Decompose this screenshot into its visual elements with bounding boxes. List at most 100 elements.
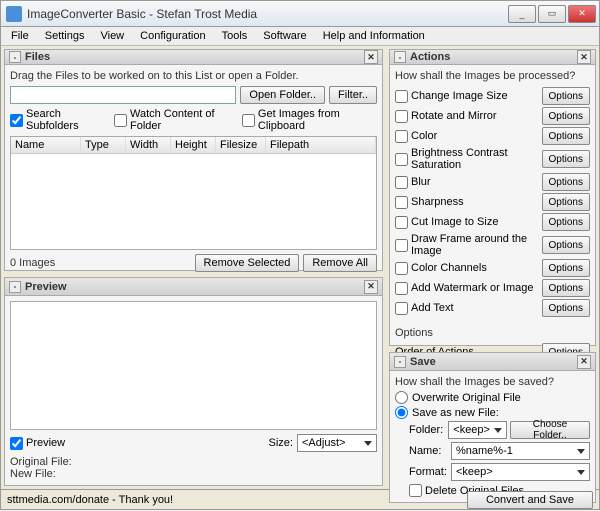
choose-folder-button[interactable]: Choose Folder.. — [510, 421, 590, 439]
files-header: - Files ✕ — [5, 50, 382, 65]
menu-view[interactable]: View — [94, 28, 130, 44]
actions-close-icon[interactable]: ✕ — [577, 50, 591, 64]
convert-and-save-button[interactable]: Convert and Save — [467, 491, 593, 509]
files-table-body[interactable] — [11, 154, 376, 249]
collapse-icon[interactable]: - — [394, 356, 406, 368]
save-as-new-radio[interactable]: Save as new File: — [395, 406, 580, 419]
menu-settings[interactable]: Settings — [39, 28, 91, 44]
save-format-select[interactable]: <keep> — [451, 463, 590, 481]
footer: sttmedia.com/donate - Thank you! Convert… — [0, 490, 600, 510]
action-checkbox[interactable]: Brightness Contrast Saturation — [395, 147, 538, 171]
close-button[interactable]: ✕ — [568, 5, 596, 23]
maximize-button[interactable]: ▭ — [538, 5, 566, 23]
preview-image-box — [10, 301, 377, 430]
action-options-button[interactable]: Options — [542, 236, 590, 254]
menubar: File Settings View Configuration Tools S… — [0, 26, 600, 46]
options-heading: Options — [395, 327, 590, 339]
action-checkbox[interactable]: Color Channels — [395, 262, 538, 275]
save-format-label: Format: — [409, 466, 451, 478]
menu-file[interactable]: File — [5, 28, 35, 44]
save-folder-select[interactable]: <keep> — [448, 421, 507, 439]
save-name-select[interactable]: %name%-1 — [451, 442, 590, 460]
save-header: - Save ✕ — [390, 353, 595, 371]
collapse-icon[interactable]: - — [9, 51, 21, 63]
action-options-button[interactable]: Options — [542, 299, 590, 317]
preview-close-icon[interactable]: ✕ — [364, 280, 378, 294]
action-checkbox[interactable]: Sharpness — [395, 196, 538, 209]
app-icon — [6, 6, 22, 22]
col-height[interactable]: Height — [171, 137, 216, 153]
action-options-button[interactable]: Options — [542, 279, 590, 297]
action-checkbox[interactable]: Add Watermark or Image — [395, 282, 538, 295]
action-options-button[interactable]: Options — [542, 173, 590, 191]
filter-button[interactable]: Filter.. — [329, 86, 377, 104]
get-clipboard-checkbox[interactable]: Get Images from Clipboard — [242, 108, 367, 132]
actions-body: How shall the Images be processed? Chang… — [390, 65, 595, 388]
files-table: Name Type Width Height Filesize Filepath — [10, 136, 377, 250]
save-name-label: Name: — [409, 445, 451, 457]
files-title: Files — [25, 51, 50, 63]
menu-tools[interactable]: Tools — [216, 28, 254, 44]
files-body: Drag the Files to be worked on to this L… — [5, 65, 382, 281]
col-name[interactable]: Name — [11, 137, 81, 153]
action-options-button[interactable]: Options — [542, 107, 590, 125]
chevron-down-icon — [577, 470, 585, 475]
overwrite-radio[interactable]: Overwrite Original File — [395, 391, 580, 404]
chevron-down-icon — [577, 449, 585, 454]
window-buttons: _ ▭ ✕ — [508, 5, 596, 23]
chevron-down-icon — [494, 428, 502, 433]
actions-header: - Actions ✕ — [390, 50, 595, 65]
collapse-icon[interactable]: - — [9, 281, 21, 293]
open-folder-button[interactable]: Open Folder.. — [240, 86, 325, 104]
preview-panel: - Preview ✕ Preview Size: <Adjust> Origi… — [4, 277, 383, 486]
preview-size-select[interactable]: <Adjust> — [297, 434, 377, 452]
action-checkbox[interactable]: Blur — [395, 176, 538, 189]
folder-path-input[interactable] — [10, 86, 236, 104]
preview-body: Preview Size: <Adjust> Original File: Ne… — [5, 296, 382, 485]
save-close-icon[interactable]: ✕ — [577, 355, 591, 369]
files-hint: Drag the Files to be worked on to this L… — [10, 70, 377, 82]
minimize-button[interactable]: _ — [508, 5, 536, 23]
action-checkbox[interactable]: Add Text — [395, 302, 538, 315]
actions-question: How shall the Images be processed? — [395, 70, 590, 82]
action-checkbox[interactable]: Color — [395, 130, 538, 143]
actions-title: Actions — [410, 51, 450, 63]
action-options-button[interactable]: Options — [542, 87, 590, 105]
action-checkbox[interactable]: Cut Image to Size — [395, 216, 538, 229]
menu-help[interactable]: Help and Information — [317, 28, 431, 44]
save-panel: - Save ✕ How shall the Images be saved? … — [389, 352, 596, 503]
files-table-header: Name Type Width Height Filesize Filepath — [11, 137, 376, 154]
titlebar: ImageConverter Basic - Stefan Trost Medi… — [0, 0, 600, 26]
action-options-button[interactable]: Options — [542, 127, 590, 145]
remove-selected-button[interactable]: Remove Selected — [195, 254, 300, 272]
chevron-down-icon — [364, 441, 372, 446]
action-options-button[interactable]: Options — [542, 150, 590, 168]
action-options-button[interactable]: Options — [542, 213, 590, 231]
save-folder-label: Folder: — [409, 424, 448, 436]
window-title: ImageConverter Basic - Stefan Trost Medi… — [27, 7, 508, 21]
action-checkbox[interactable]: Rotate and Mirror — [395, 110, 538, 123]
col-type[interactable]: Type — [81, 137, 126, 153]
col-filesize[interactable]: Filesize — [216, 137, 266, 153]
search-subfolders-checkbox[interactable]: Search Subfolders — [10, 108, 100, 132]
files-close-icon[interactable]: ✕ — [364, 50, 378, 64]
menu-configuration[interactable]: Configuration — [134, 28, 211, 44]
original-file-label: Original File: — [10, 456, 377, 468]
right-column: - Actions ✕ How shall the Images be proc… — [386, 46, 599, 489]
action-checkbox[interactable]: Change Image Size — [395, 90, 538, 103]
action-checkbox[interactable]: Draw Frame around the Image — [395, 233, 538, 257]
watch-content-checkbox[interactable]: Watch Content of Folder — [114, 108, 228, 132]
save-question: How shall the Images be saved? — [395, 376, 590, 388]
remove-all-button[interactable]: Remove All — [303, 254, 377, 272]
col-width[interactable]: Width — [126, 137, 171, 153]
menu-software[interactable]: Software — [257, 28, 312, 44]
save-title: Save — [410, 356, 436, 368]
collapse-icon[interactable]: - — [394, 51, 406, 63]
footer-text: sttmedia.com/donate - Thank you! — [7, 494, 173, 506]
action-options-button[interactable]: Options — [542, 193, 590, 211]
preview-checkbox[interactable]: Preview — [10, 437, 65, 450]
preview-title: Preview — [25, 281, 67, 293]
save-body: How shall the Images be saved? Overwrite… — [390, 371, 595, 502]
action-options-button[interactable]: Options — [542, 259, 590, 277]
col-filepath[interactable]: Filepath — [266, 137, 376, 153]
